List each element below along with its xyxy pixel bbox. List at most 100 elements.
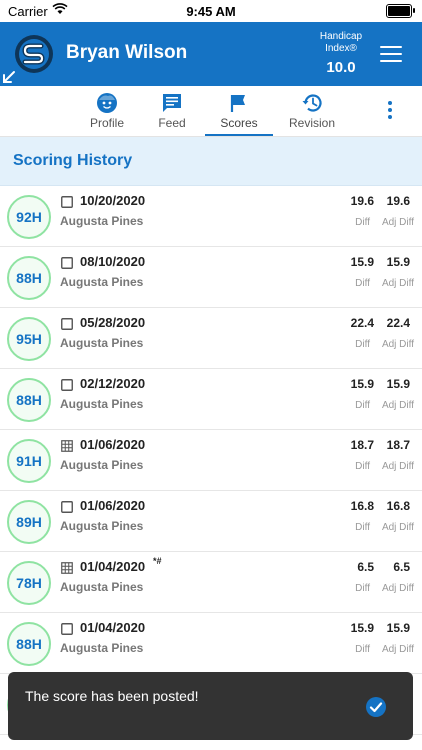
section-title: Scoring History xyxy=(13,152,133,169)
score-badge: 92H xyxy=(7,195,51,239)
diff-value: 6.5 xyxy=(357,560,374,574)
clock: 9:45 AM xyxy=(186,4,236,19)
score-badge: 88H xyxy=(7,622,51,666)
flag-icon xyxy=(230,95,245,112)
handicap-label: Handicap Index® xyxy=(319,31,363,54)
course-name: Augusta Pines xyxy=(60,397,144,411)
history-icon xyxy=(302,94,322,112)
adj-diff-label: Adj Diff xyxy=(381,583,414,594)
adj-diff-value: 15.9 xyxy=(386,377,410,391)
score-marker: *# xyxy=(153,556,162,566)
score-row[interactable]: 92H 10/20/2020 Augusta Pines 19.6 19.6 D… xyxy=(0,186,422,247)
diff-label: Diff xyxy=(355,583,370,594)
score-row[interactable]: 88H 08/10/2020 Augusta Pines 15.9 15.9 D… xyxy=(0,247,422,308)
feed-icon xyxy=(163,94,181,112)
score-date: 01/04/2020 xyxy=(80,620,146,635)
adj-diff-label: Adj Diff xyxy=(381,278,414,289)
adj-diff-value: 22.4 xyxy=(386,316,410,330)
adj-diff-label: Adj Diff xyxy=(381,644,414,655)
adj-diff-label: Adj Diff xyxy=(381,400,414,411)
checkbox-icon xyxy=(61,318,73,330)
expand-arrow-icon[interactable] xyxy=(2,70,16,84)
score-date: 01/06/2020 xyxy=(80,498,146,513)
checkbox-icon xyxy=(61,501,73,513)
handicap-value: 10.0 xyxy=(326,59,356,76)
course-name: Augusta Pines xyxy=(60,641,144,655)
diff-label: Diff xyxy=(355,461,370,472)
tab-feed[interactable]: Feed xyxy=(148,86,196,136)
score-date: 05/28/2020 xyxy=(80,315,146,330)
score-row[interactable]: 88H 01/04/2020 Augusta Pines 15.9 15.9 D… xyxy=(0,613,422,674)
more-options-icon[interactable] xyxy=(380,98,400,122)
score-badge: 88H xyxy=(7,378,51,422)
face-icon xyxy=(97,93,117,113)
tab-label: Profile xyxy=(89,116,124,130)
adj-diff-value: 18.7 xyxy=(386,438,410,452)
diff-value: 15.9 xyxy=(350,621,374,635)
tab-profile[interactable]: Profile xyxy=(82,86,132,136)
adj-diff-value: 19.6 xyxy=(386,194,410,208)
score-row[interactable]: 89H 01/06/2020 Augusta Pines 16.8 16.8 D… xyxy=(0,491,422,552)
adj-diff-label: Adj Diff xyxy=(381,522,414,533)
diff-label: Diff xyxy=(355,522,370,533)
adj-diff-value: 15.9 xyxy=(386,255,410,269)
diff-label: Diff xyxy=(355,339,370,350)
course-name: Augusta Pines xyxy=(60,336,144,350)
snackbar-toast: The score has been posted! xyxy=(8,672,413,740)
score-date: 08/10/2020 xyxy=(80,254,146,269)
tab-label: Scores xyxy=(220,116,258,130)
adj-diff-value: 15.9 xyxy=(386,621,410,635)
course-name: Augusta Pines xyxy=(60,214,144,228)
diff-label: Diff xyxy=(355,217,370,228)
score-badge: 91H xyxy=(7,439,51,483)
score-badge: 89H xyxy=(7,500,51,544)
score-badge: 95H xyxy=(7,317,51,361)
diff-value: 16.8 xyxy=(350,499,374,513)
diff-value: 18.7 xyxy=(350,438,374,452)
score-date: 01/06/2020 xyxy=(80,437,146,452)
app-logo-icon xyxy=(15,35,53,73)
active-tab-indicator xyxy=(205,134,273,136)
course-name: Augusta Pines xyxy=(60,580,144,594)
diff-value: 19.6 xyxy=(350,194,374,208)
checkbox-icon xyxy=(61,623,73,635)
diff-value: 22.4 xyxy=(350,316,374,330)
score-row[interactable]: 88H 02/12/2020 Augusta Pines 15.9 15.9 D… xyxy=(0,369,422,430)
scoring-history-header: Scoring History xyxy=(0,137,422,186)
score-list: 92H 10/20/2020 Augusta Pines 19.6 19.6 D… xyxy=(0,186,422,735)
battery-icon xyxy=(386,4,415,18)
score-row[interactable]: 91H 01/06/2020 Augusta Pines 18.7 18.7 D… xyxy=(0,430,422,491)
app-header: Bryan Wilson Handicap Index® 10.0 xyxy=(0,22,422,86)
checkbox-icon xyxy=(61,379,73,391)
hamburger-menu-icon[interactable] xyxy=(380,46,402,62)
course-name: Augusta Pines xyxy=(60,458,144,472)
adj-diff-label: Adj Diff xyxy=(381,217,414,228)
score-badge: 88H xyxy=(7,256,51,300)
grid-icon xyxy=(61,440,73,452)
tab-revision[interactable]: Revision xyxy=(284,86,340,136)
checkbox-icon xyxy=(61,257,73,269)
grid-icon xyxy=(61,562,73,574)
score-row[interactable]: 78H 01/04/2020 *# Augusta Pines 6.5 6.5 … xyxy=(0,552,422,613)
score-date: 10/20/2020 xyxy=(80,193,146,208)
tab-scores[interactable]: Scores xyxy=(205,86,273,136)
user-name: Bryan Wilson xyxy=(66,42,188,63)
diff-value: 15.9 xyxy=(350,255,374,269)
adj-diff-value: 6.5 xyxy=(393,560,410,574)
course-name: Augusta Pines xyxy=(60,519,144,533)
tab-label: Feed xyxy=(158,116,186,130)
checkbox-icon xyxy=(61,196,73,208)
status-bar: Carrier 9:45 AM xyxy=(0,0,422,22)
diff-label: Diff xyxy=(355,278,370,289)
score-row[interactable]: 95H 05/28/2020 Augusta Pines 22.4 22.4 D… xyxy=(0,308,422,369)
adj-diff-value: 16.8 xyxy=(386,499,410,513)
check-circle-icon[interactable] xyxy=(365,696,387,718)
diff-value: 15.9 xyxy=(350,377,374,391)
adj-diff-label: Adj Diff xyxy=(381,461,414,472)
score-date: 01/04/2020 xyxy=(80,559,146,574)
adj-diff-label: Adj Diff xyxy=(381,339,414,350)
tab-bar: Profile Feed Scores Revision xyxy=(0,86,422,137)
diff-label: Diff xyxy=(355,644,370,655)
score-date: 02/12/2020 xyxy=(80,376,146,391)
tab-label: Revision xyxy=(288,116,336,130)
